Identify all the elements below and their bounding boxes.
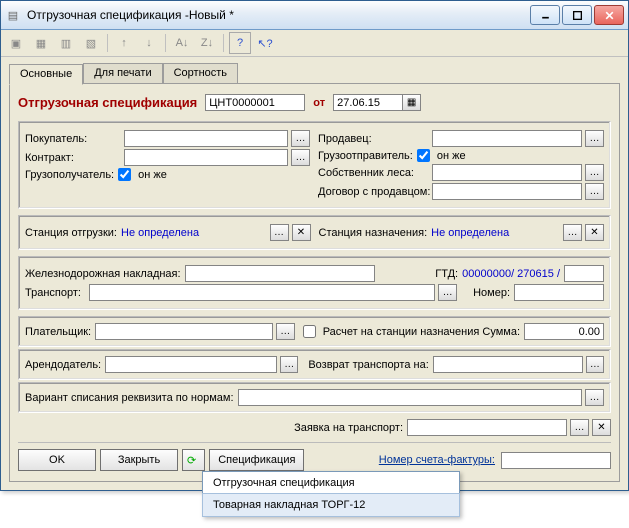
return-input[interactable] (433, 356, 583, 373)
buyer-label: Покупатель: (25, 133, 120, 145)
return-label: Возврат транспорта на: (308, 359, 428, 371)
tb-up-icon[interactable]: ↑ (113, 32, 135, 54)
tb-icon-1[interactable]: ▣ (5, 32, 27, 54)
calc-at-dest-checkbox[interactable] (303, 325, 316, 338)
dep-station-label: Станция отгрузки: (25, 227, 117, 239)
contract-input[interactable] (124, 149, 288, 166)
seller-input[interactable] (432, 130, 582, 147)
dest-station-label: Станция назначения: (319, 227, 428, 239)
refresh-icon: ⟳ (187, 454, 196, 467)
close-form-button[interactable]: Закрыть (100, 449, 178, 471)
return-lookup-button[interactable]: … (586, 356, 604, 373)
rail-waybill-label: Железнодорожная накладная: (25, 268, 181, 280)
tb-help-pointer-icon[interactable]: ↖? (254, 32, 276, 54)
menu-item-torg12[interactable]: Товарная накладная ТОРГ-12 (202, 493, 460, 517)
maximize-button[interactable] (562, 5, 592, 25)
dep-station-link[interactable]: Не определена (121, 227, 267, 239)
payer-input[interactable] (95, 323, 273, 340)
tab-panel-main: Отгрузочная спецификация от ▦ Покупатель… (9, 83, 620, 482)
forest-owner-lookup-button[interactable]: … (585, 164, 604, 181)
seller-contract-lookup-button[interactable]: … (585, 183, 604, 200)
writeoff-input[interactable] (238, 389, 582, 406)
rail-waybill-input[interactable] (185, 265, 375, 282)
tab-sort[interactable]: Сортность (163, 63, 238, 84)
payer-lookup-button[interactable]: … (276, 323, 295, 340)
app-window: ▤ Отгрузочная спецификация -Новый * ▣ ▦ … (0, 0, 629, 491)
buyer-lookup-button[interactable]: … (291, 130, 310, 147)
tb-down-icon[interactable]: ↓ (138, 32, 160, 54)
shipper-label: Грузоотправитель: (318, 150, 413, 162)
invoice-number-input[interactable] (501, 452, 611, 469)
close-button[interactable] (594, 5, 624, 25)
refresh-button[interactable]: ⟳ (182, 449, 205, 471)
transport-request-clear-button[interactable]: ✕ (592, 419, 611, 436)
page-title: Отгрузочная спецификация (18, 95, 197, 110)
specification-button[interactable]: Спецификация (209, 449, 304, 471)
forest-owner-input[interactable] (432, 164, 582, 181)
tb-help-icon[interactable]: ? (229, 32, 251, 54)
transport-input[interactable] (89, 284, 435, 301)
lessor-input[interactable] (105, 356, 277, 373)
transport-request-lookup-button[interactable]: … (570, 419, 589, 436)
seller-contract-label: Договор c продавцом: (318, 186, 428, 198)
number-label: Номер: (473, 287, 510, 299)
tabstrip: Основные Для печати Сортность (9, 62, 620, 84)
doc-number-input[interactable] (205, 94, 305, 111)
tb-sort-asc-icon[interactable]: A↓ (171, 32, 193, 54)
consignee-same-checkbox[interactable] (118, 168, 131, 181)
writeoff-lookup-button[interactable]: … (585, 389, 604, 406)
tb-icon-3[interactable]: ▥ (55, 32, 77, 54)
doc-date-input[interactable] (333, 94, 403, 111)
contract-lookup-button[interactable]: … (291, 149, 310, 166)
seller-lookup-button[interactable]: … (585, 130, 604, 147)
consignee-same-label: он же (138, 169, 167, 181)
consignee-label: Грузополучатель: (25, 169, 114, 181)
writeoff-label: Вариант списания реквизита по нормам: (25, 392, 234, 404)
dest-station-link[interactable]: Не определена (431, 227, 560, 239)
invoice-number-label[interactable]: Номер счета-фактуры: (379, 454, 495, 466)
transport-label: Транспорт: (25, 287, 85, 299)
seller-contract-input[interactable] (432, 183, 582, 200)
shipper-same-label: он же (437, 150, 466, 162)
tab-main[interactable]: Основные (9, 64, 83, 85)
transport-request-label: Заявка на транспорт: (294, 422, 403, 434)
dep-station-clear-button[interactable]: ✕ (292, 224, 311, 241)
buyer-input[interactable] (124, 130, 288, 147)
dest-station-clear-button[interactable]: ✕ (585, 224, 604, 241)
number-input[interactable] (514, 284, 604, 301)
gtd-value[interactable]: 00000000/ 270615 / (462, 268, 560, 280)
gtd-input[interactable] (564, 265, 604, 282)
contract-label: Контракт: (25, 152, 120, 164)
payer-label: Плательщик: (25, 326, 91, 338)
dest-station-lookup-button[interactable]: … (563, 224, 582, 241)
minimize-button[interactable] (530, 5, 560, 25)
calendar-icon[interactable]: ▦ (402, 94, 421, 111)
menu-item-shipping-spec[interactable]: Отгрузочная спецификация (203, 472, 459, 494)
tb-icon-4[interactable]: ▧ (80, 32, 102, 54)
document-icon: ▤ (5, 7, 21, 23)
lessor-lookup-button[interactable]: … (280, 356, 298, 373)
lessor-label: Арендодатель: (25, 359, 101, 371)
calc-at-dest-label: Расчет на станции назначения Сумма: (323, 326, 520, 338)
tab-print[interactable]: Для печати (83, 63, 162, 84)
dep-station-lookup-button[interactable]: … (270, 224, 289, 241)
tb-sort-desc-icon[interactable]: Z↓ (196, 32, 218, 54)
toolbar: ▣ ▦ ▥ ▧ ↑ ↓ A↓ Z↓ ? ↖? (1, 30, 628, 57)
tb-icon-2[interactable]: ▦ (30, 32, 52, 54)
spec-dropdown-menu: Отгрузочная спецификация Товарная наклад… (202, 471, 460, 517)
ok-button[interactable]: OK (18, 449, 96, 471)
transport-lookup-button[interactable]: … (438, 284, 457, 301)
seller-label: Продавец: (318, 133, 428, 145)
gtd-label: ГТД: (435, 268, 458, 280)
shipper-same-checkbox[interactable] (417, 149, 430, 162)
forest-owner-label: Собственник леса: (318, 167, 428, 179)
window-title: Отгрузочная спецификация -Новый * (27, 8, 530, 22)
transport-request-input[interactable] (407, 419, 567, 436)
sum-input[interactable] (524, 323, 604, 340)
label-ot: от (313, 97, 325, 109)
titlebar: ▤ Отгрузочная спецификация -Новый * (1, 1, 628, 30)
